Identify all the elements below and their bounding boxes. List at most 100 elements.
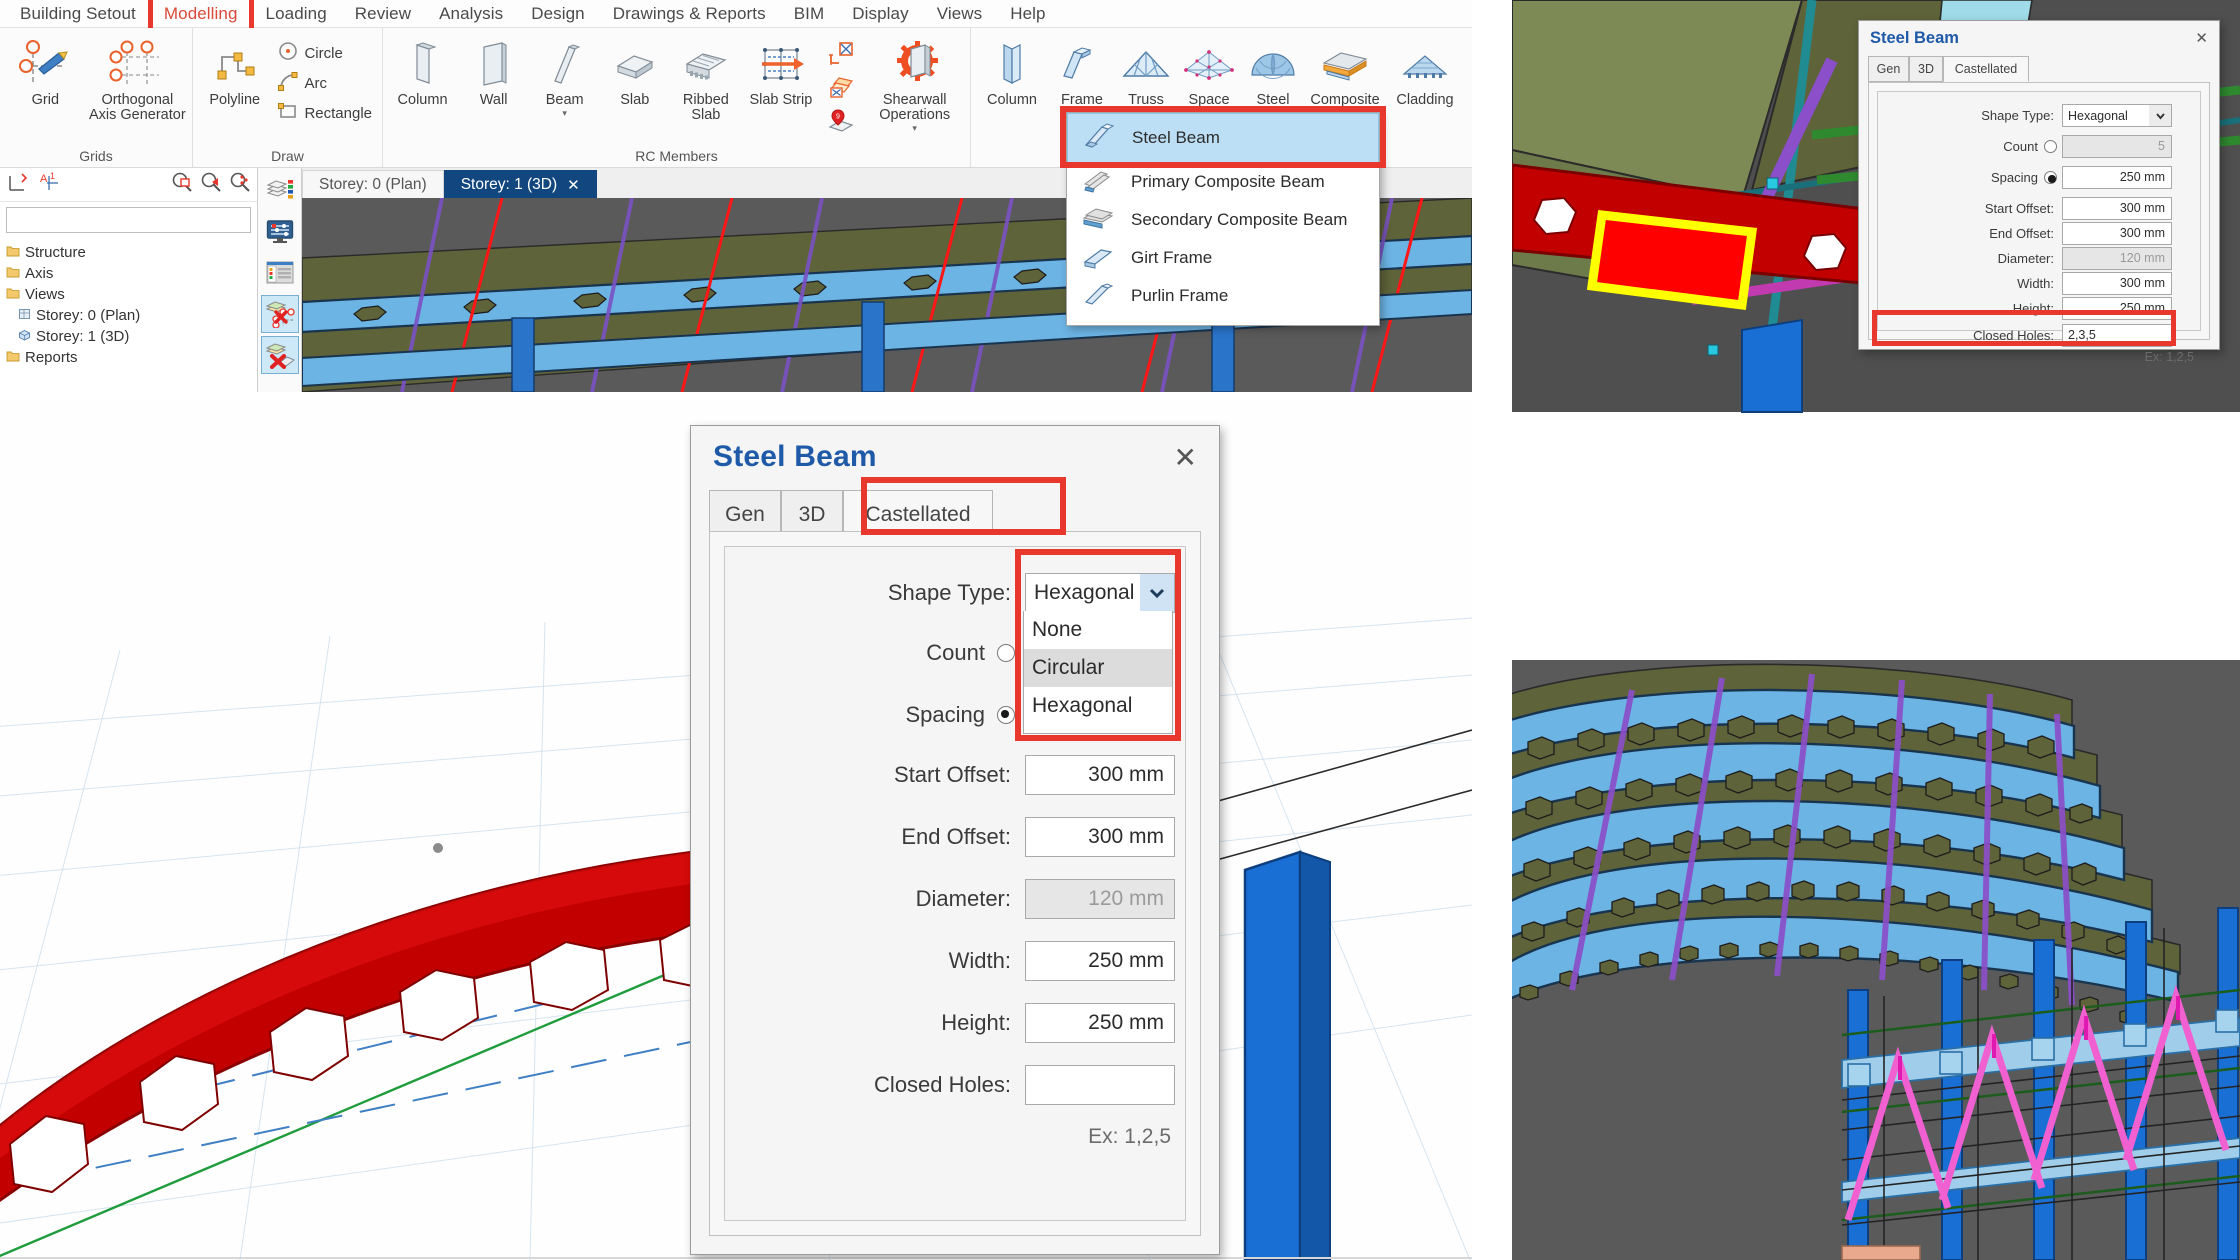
- ribbon-button-circle[interactable]: Circle: [272, 38, 378, 68]
- ribbon-button-orthogonal-axis-generator[interactable]: Orthogonal Axis Generator: [87, 34, 188, 127]
- menu-item-building-setout[interactable]: Building Setout: [6, 1, 150, 27]
- menu-item-secondary-composite-beam[interactable]: Secondary Composite Beam: [1067, 201, 1379, 239]
- width-input[interactable]: 300 mm: [2062, 272, 2172, 295]
- menu-item-bim[interactable]: BIM: [780, 1, 839, 27]
- menu-item-help[interactable]: Help: [996, 1, 1059, 27]
- secondary-composite-icon: [1081, 204, 1115, 237]
- menu-item-primary-composite-beam[interactable]: Primary Composite Beam: [1067, 163, 1379, 201]
- spacing-radio[interactable]: [2044, 171, 2057, 184]
- dropdown-option-circular[interactable]: Circular: [1024, 649, 1172, 687]
- spacing-input[interactable]: 250 mm: [2062, 166, 2172, 189]
- zoom-selection-icon[interactable]: [200, 171, 222, 198]
- ribbon-button-truss[interactable]: Truss: [1115, 34, 1177, 112]
- tree-item-reports[interactable]: Reports: [4, 347, 257, 368]
- close-icon[interactable]: ✕: [2195, 29, 2208, 47]
- menu-item-steel-beam[interactable]: Steel Beam: [1067, 113, 1379, 163]
- menu-item-analysis[interactable]: Analysis: [425, 1, 517, 27]
- steel-beam-dialog[interactable]: Steel Beam ✕ Gen 3D Castellated Shape Ty…: [690, 425, 1220, 1255]
- count-radio[interactable]: [2044, 140, 2057, 153]
- dropdown-option-none[interactable]: None: [1024, 611, 1172, 649]
- document-tab-storey-1-3d[interactable]: Storey: 1 (3D) ✕: [443, 170, 597, 198]
- count-radio[interactable]: [997, 644, 1015, 662]
- document-tab-storey-0-plan[interactable]: Storey: 0 (Plan): [302, 170, 444, 198]
- explorer-search-input[interactable]: [6, 207, 251, 233]
- tree-item-axis[interactable]: Axis: [4, 263, 257, 284]
- menu-item-views[interactable]: Views: [923, 1, 997, 27]
- chevron-down-icon[interactable]: [1140, 574, 1174, 612]
- chevron-down-icon[interactable]: ▾: [562, 108, 567, 119]
- ribbon-button-steel[interactable]: Steel: [1241, 34, 1305, 112]
- ribbon-button-cladding[interactable]: Cladding: [1385, 34, 1465, 112]
- menu-item-display[interactable]: Display: [838, 1, 922, 27]
- layers-icon[interactable]: [261, 172, 299, 210]
- ribbon-button-slab-strip[interactable]: Slab Strip: [742, 34, 819, 112]
- shape-type-combo[interactable]: Hexagonal: [1025, 573, 1175, 613]
- ribbon-button-column[interactable]: Column: [387, 34, 458, 112]
- insert-point-icon[interactable]: [825, 38, 857, 70]
- spacing-radio[interactable]: [997, 706, 1015, 724]
- count-label: Count: [926, 640, 985, 665]
- menu-item-purlin-frame[interactable]: Purlin Frame: [1067, 277, 1379, 315]
- detail-view-panel[interactable]: Steel Beam ✕ Gen 3D Castellated Shape Ty…: [1512, 0, 2240, 585]
- start-offset-input[interactable]: 300 mm: [2062, 197, 2172, 220]
- chevron-down-icon[interactable]: ▾: [912, 123, 917, 134]
- start-offset-input[interactable]: 300 mm: [1025, 755, 1175, 795]
- ribbon-button-beam[interactable]: Beam ▾: [529, 34, 600, 123]
- ribbon-button-orthogonal-axis-generator-label: Orthogonal Axis Generator: [88, 92, 186, 123]
- full-structure-3d-panel[interactable]: [1512, 660, 2240, 1260]
- tab-3d[interactable]: 3D: [1909, 56, 1943, 82]
- closed-holes-input[interactable]: 2,3,5: [2062, 324, 2172, 347]
- label-numbering-icon[interactable]: A1: [38, 170, 62, 199]
- end-offset-input[interactable]: 300 mm: [1025, 817, 1175, 857]
- object-list-icon[interactable]: [261, 254, 299, 292]
- tab-3d-label: 3D: [1918, 62, 1934, 76]
- closed-holes-input[interactable]: [1025, 1065, 1175, 1105]
- menu-item-girt-frame[interactable]: Girt Frame: [1067, 239, 1379, 277]
- menu-item-review[interactable]: Review: [341, 1, 425, 27]
- ribbon-button-polyline[interactable]: Polyline: [197, 34, 272, 112]
- ribbon-button-composite[interactable]: Composite: [1305, 34, 1385, 112]
- close-icon[interactable]: ✕: [567, 176, 580, 194]
- ribbon-button-grid[interactable]: Grid: [4, 34, 87, 112]
- menu-item-loading[interactable]: Loading: [252, 1, 341, 27]
- width-input[interactable]: 250 mm: [1025, 941, 1175, 981]
- axis-orientation-icon[interactable]: [6, 170, 30, 199]
- height-input[interactable]: 250 mm: [2062, 297, 2172, 320]
- tree-item-storey-1-3d[interactable]: Storey: 1 (3D): [4, 326, 257, 347]
- end-offset-input[interactable]: 300 mm: [2062, 222, 2172, 245]
- shape-type-dropdown-list[interactable]: None Circular Hexagonal: [1023, 611, 1173, 734]
- tab-gen[interactable]: Gen: [1868, 56, 1909, 82]
- ribbon-button-space[interactable]: Space: [1177, 34, 1241, 112]
- menu-item-drawings-reports[interactable]: Drawings & Reports: [599, 1, 780, 27]
- tag-slab-icon[interactable]: 9: [825, 106, 857, 138]
- delete-slab-icon[interactable]: [260, 336, 299, 374]
- copy-layers-icon[interactable]: [825, 72, 857, 104]
- steel-beam-dialog-small[interactable]: Steel Beam ✕ Gen 3D Castellated Shape Ty…: [1858, 20, 2220, 364]
- chevron-down-icon[interactable]: [2149, 105, 2171, 126]
- shape-type-combo[interactable]: Hexagonal: [2062, 104, 2172, 127]
- ribbon-button-slab[interactable]: Slab: [600, 34, 669, 112]
- ribbon-button-slab-strip-label: Slab Strip: [749, 92, 813, 108]
- height-input[interactable]: 250 mm: [1025, 1003, 1175, 1043]
- tree-item-views[interactable]: Views: [4, 284, 257, 305]
- tab-castellated[interactable]: Castellated: [1943, 56, 2029, 82]
- menu-item-modelling[interactable]: Modelling: [147, 0, 254, 34]
- menu-item-design[interactable]: Design: [517, 1, 599, 27]
- ribbon-button-ribbed-slab[interactable]: Ribbed Slab: [669, 34, 742, 127]
- display-settings-icon[interactable]: [261, 213, 299, 251]
- ribbon-button-arc[interactable]: Arc: [272, 68, 378, 98]
- dropdown-option-hexagonal[interactable]: Hexagonal: [1024, 687, 1172, 725]
- close-icon[interactable]: ✕: [1174, 441, 1197, 474]
- tree-item-structure[interactable]: Structure: [4, 242, 257, 263]
- delete-grid-icon[interactable]: [260, 295, 299, 333]
- model-view-panel[interactable]: Steel Beam ✕ Gen 3D Castellated Shape Ty…: [0, 400, 1472, 1260]
- beam-dropdown-menu[interactable]: Steel Beam Primary Composite Beam Second…: [1066, 112, 1380, 326]
- zoom-window-icon[interactable]: [171, 171, 193, 198]
- ribbon-button-steel-frame[interactable]: Frame ▾: [1049, 34, 1115, 123]
- ribbon-button-shearwall-operations[interactable]: Shearwall Operations ▾: [863, 34, 966, 138]
- zoom-all-icon[interactable]: [229, 171, 251, 198]
- ribbon-button-wall[interactable]: Wall: [458, 34, 529, 112]
- ribbon-button-rectangle[interactable]: Rectangle: [272, 98, 378, 128]
- ribbon-button-steel-column[interactable]: Column: [975, 34, 1049, 112]
- tree-item-storey-0-plan[interactable]: Storey: 0 (Plan): [4, 305, 257, 326]
